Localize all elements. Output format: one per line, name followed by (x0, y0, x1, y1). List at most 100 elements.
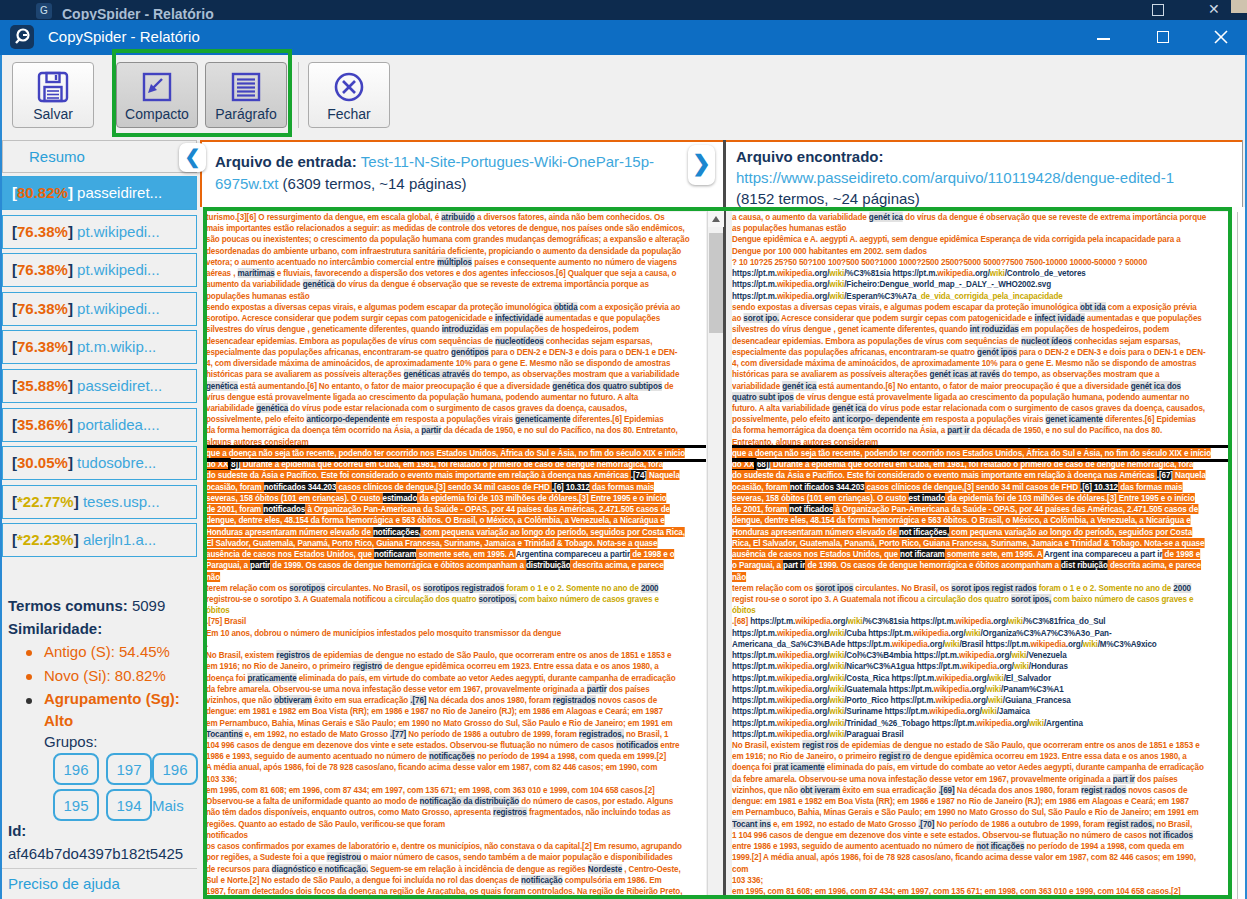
close-circle-icon (332, 70, 366, 104)
text-line: futuro. A alta variabilidade genét ica d… (732, 403, 1232, 414)
text-line: Sul e Norte.[2] No estado de São Paulo, … (206, 875, 706, 886)
compact-icon (140, 70, 174, 104)
text-line: https://pt.m.wikipedia.org/wiki/Suriname… (732, 706, 1232, 717)
scroll-up-button[interactable] (708, 211, 724, 227)
group-button[interactable]: 196 (53, 753, 99, 785)
compact-button-label: Compacto (117, 106, 197, 122)
text-line: em Pernambuco, Bahia, Minas Gerais e São… (206, 718, 706, 729)
text-line: Dengue epidêmica e A. aegypti A. aegypti… (732, 234, 1232, 245)
text-line: óbitos (732, 605, 1232, 616)
text-line: desordenadas do ambiente urbano, com inf… (206, 246, 706, 257)
save-button[interactable]: Salvar (12, 62, 94, 128)
compact-button[interactable]: Compacto (116, 62, 198, 128)
result-item[interactable]: [35.88%] passeidiret... (2, 369, 197, 403)
text-line: sendo expostas a diversas cepas virais, … (206, 302, 706, 313)
expand-panel-button[interactable]: ❯ (688, 145, 715, 185)
text-line: de 2001, foram not ificados à Organizaçã… (732, 504, 1232, 515)
text-line: ocasião, foram notificados 344.203 casos… (206, 482, 706, 493)
text-line: do XX[68]] Durante a epidemia que ocorre… (732, 459, 1232, 470)
text-line: ? 10 10?25 25?50 50?100 100?500 500?1000… (732, 257, 1232, 268)
text-line: dengue: em 1981 e 1982 em Boa Vista (RR)… (732, 796, 1232, 807)
group-button[interactable]: 195 (53, 789, 99, 821)
text-line: ao sorot ipo. Acresce considerar que pod… (732, 313, 1232, 324)
text-line: variabilidade genética do vírus pode est… (206, 403, 706, 414)
result-item[interactable]: [*22.23%] alerjln1.a... (2, 523, 197, 557)
close-button[interactable] (1206, 20, 1236, 55)
maximize-button[interactable] (1148, 20, 1178, 55)
text-line: silvestres do vírus dengue , geneticamen… (206, 324, 706, 335)
found-file-link[interactable]: https://www.passeidireto.com/arquivo/110… (736, 169, 1174, 186)
input-file-link[interactable]: Test-11-N-Site-Portugues-Wiki-OnePar-15p… (361, 153, 654, 170)
text-line: Dengue por 100 000 habitantes em 2002. s… (732, 246, 1232, 257)
text-line: históricas para se avaliarem as possívei… (732, 369, 1232, 380)
text-line: não (206, 572, 706, 583)
similarity-antigo: Antigo (S): 54.45% (44, 643, 170, 660)
result-item[interactable]: [*22.77%] teses.usp... (2, 485, 197, 519)
text-line: óbitos (206, 605, 706, 616)
text-line: 1999.[2] A média anual, após 1986, foi d… (732, 852, 1232, 863)
text-line: severas, 158 óbitos (101 em crianças). O… (206, 493, 706, 504)
text-line: regist rou-se o sorot ipo 3. A Guatemala… (732, 594, 1232, 605)
text-line: . (206, 639, 706, 650)
copyspider-logo-icon (10, 25, 34, 49)
more-groups-link[interactable]: Mais (152, 797, 184, 814)
result-item[interactable]: [76.38%] pt.m.wikip... (2, 330, 197, 364)
paragraph-button[interactable]: Parágrafo (205, 62, 287, 128)
arrow-up-icon (712, 216, 720, 222)
chevron-right-icon: ❯ (692, 151, 710, 176)
text-line: doença foi praticamente eliminada do paí… (206, 673, 706, 684)
scrollbar[interactable] (707, 211, 723, 899)
text-line: entre 1986 e 1993, seguido de aumento ac… (732, 841, 1232, 852)
text-line: .[75] Brasil (206, 616, 706, 627)
result-item[interactable]: [76.38%] pt.wikipedi... (2, 215, 197, 249)
text-line: possivelmente, pelo efeito ant icorpo- d… (732, 414, 1232, 425)
text-line: Rica, El Salvador, Guatemala, Panamá, Po… (732, 538, 1232, 549)
text-line: https://pt.m.wikipedia.org/wiki/Esperan%… (732, 291, 1232, 302)
text-line: No Brasil, existem registros de epidemia… (206, 650, 706, 661)
text-line: em 1995, com 81 608; em 1996, com 87 434… (732, 886, 1232, 897)
result-item[interactable]: [80.82%] passeidiret... (2, 176, 197, 210)
help-link[interactable]: Preciso de ajuda (8, 875, 120, 892)
text-line: da forma hemorrágica da doença têm ocorr… (732, 425, 1232, 436)
text-line: https://pt.m.wikipedia.org/wiki/Trinidad… (732, 718, 1232, 729)
text-line: Tocant ins e, em 1992, no estado de Mato… (732, 819, 1232, 830)
window-title: CopySpider - Relatório (48, 28, 200, 45)
similarity-agrupamento-value: Alto (44, 712, 73, 729)
bullet-icon (26, 698, 32, 704)
collapse-sidebar-button[interactable]: ❮ (179, 143, 206, 172)
result-item[interactable]: [76.38%] pt.wikipedi... (2, 253, 197, 287)
text-line: genética está aumentando.[6] No entanto,… (206, 381, 706, 392)
text-line: são poucas ou inexistentes; o cresciment… (206, 234, 706, 245)
group-button[interactable]: 197 (106, 753, 152, 785)
scrollbar-thumb[interactable] (709, 233, 723, 333)
text-line: sorotipo. Acresce considerar que podem s… (206, 313, 706, 324)
text-line: silvestres do vírus dengue , genet icame… (732, 324, 1232, 335)
text-line: possivelmente, pelo efeito anticorpo-dep… (206, 414, 706, 425)
text-line: vetora; o aumento acentuado no intercâmb… (206, 257, 706, 268)
text-line: Em 10 anos, dobrou o número de município… (206, 628, 706, 639)
found-file-panel-header: Arquivo encontrado: https://www.passeidi… (725, 140, 1243, 207)
text-line: 1987, foram detectados dois focos da doe… (206, 886, 706, 897)
text-line: aéreas , marítimas e fluviais, favorecen… (206, 268, 706, 279)
found-file-label: Arquivo encontrado: (736, 148, 884, 165)
close-report-button-label: Fechar (309, 106, 389, 122)
text-line: sendo expostas a diversas cepas virais, … (732, 302, 1232, 313)
input-file-label: Arquivo de entrada: (215, 153, 361, 170)
panel-divider (723, 140, 726, 899)
report-id-value: af464b7do4397b182t5425 (8, 845, 183, 862)
close-icon: ✕ (1208, 2, 1222, 14)
result-item[interactable]: [76.38%] pt.wikipedi... (2, 292, 197, 326)
text-line: quatro subt ipos de vírus dengue está pr… (732, 392, 1232, 403)
group-button[interactable]: 196 (152, 753, 198, 785)
resumo-label: Resumo (29, 148, 85, 165)
groups-label: Grupos: (44, 733, 97, 750)
group-button[interactable]: 194 (106, 789, 152, 821)
text-line: Paraguai, a partir de 1999. Os casos de … (206, 560, 706, 571)
close-report-button[interactable]: Fechar (308, 62, 390, 128)
minimize-button[interactable] (1088, 20, 1118, 55)
input-file-link2[interactable]: 6975w.txt (215, 175, 278, 192)
common-terms: Termos comuns: 5099 (8, 597, 165, 614)
result-item[interactable]: [30.05%] tudosobre... (2, 446, 197, 480)
result-item[interactable]: [35.86%] portalidea.... (2, 408, 197, 442)
paragraph-button-label: Parágrafo (206, 106, 286, 122)
